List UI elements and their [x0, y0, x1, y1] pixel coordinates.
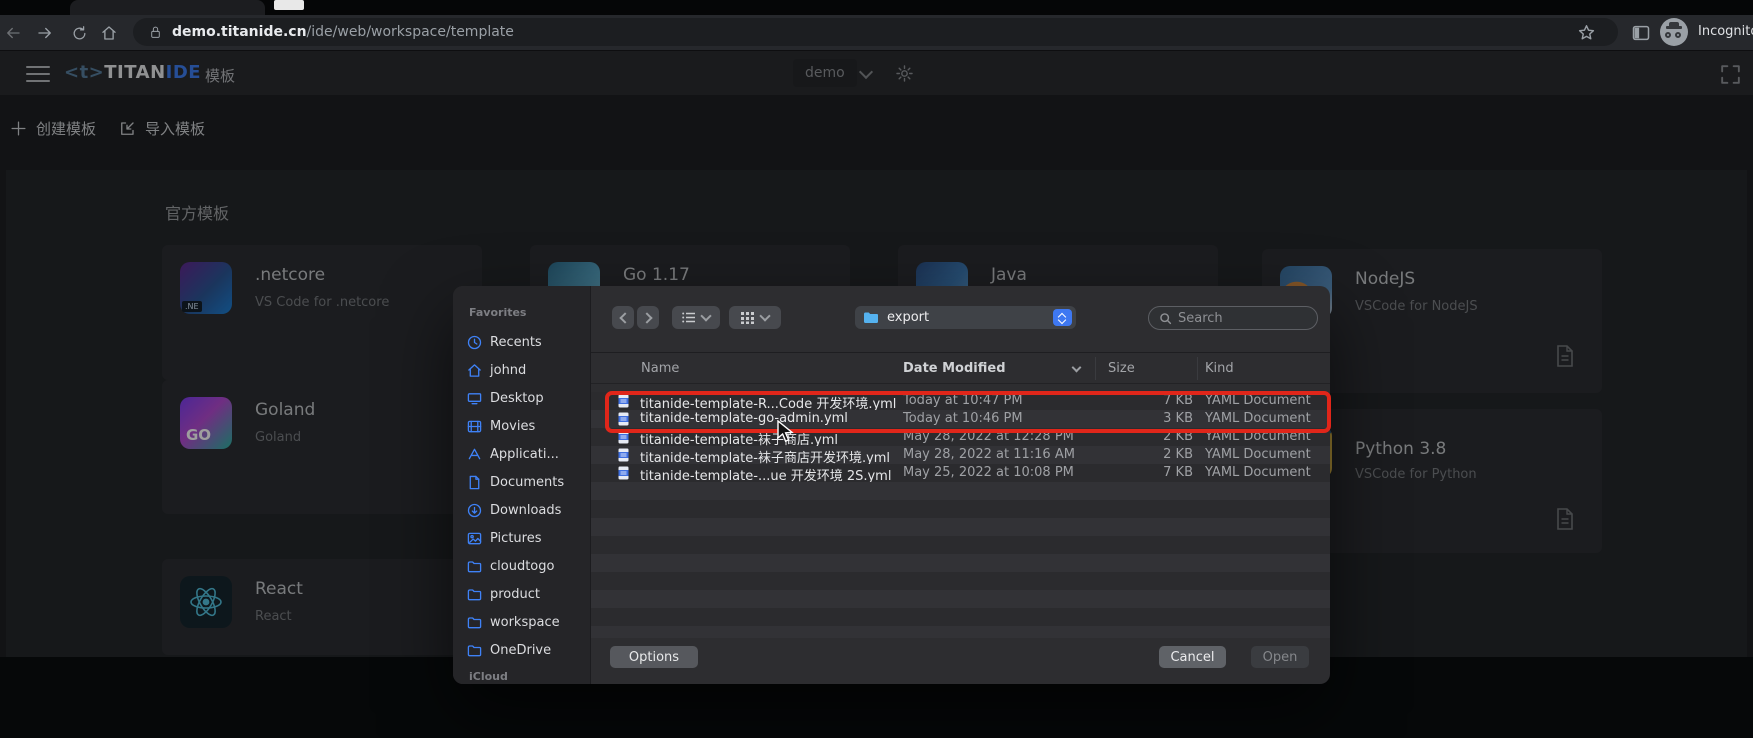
search-placeholder: Search [1178, 311, 1223, 326]
home-icon[interactable] [98, 22, 120, 44]
column-header-size[interactable]: Size [1108, 353, 1135, 384]
film-icon [467, 419, 482, 434]
sidebar-item-recents[interactable]: Recents [467, 332, 587, 352]
search-icon [1159, 312, 1172, 325]
url-domain: demo.titanide.cn [172, 24, 307, 40]
browser-tab-strip [0, 0, 1753, 15]
reload-icon[interactable] [68, 22, 90, 44]
file-row[interactable]: titanide-template-袜子商店开发环境.yml May 28, 2… [591, 446, 1330, 464]
folder-icon [467, 560, 482, 573]
sidebar-item-cloudtogo[interactable]: cloudtogo [467, 556, 587, 576]
home-icon [467, 363, 482, 378]
empty-rows [591, 482, 1330, 638]
sidebar-item-pictures[interactable]: Pictures [467, 528, 587, 548]
list-view-icon [682, 312, 696, 323]
options-button[interactable]: Options [610, 646, 698, 668]
sort-chevron-icon[interactable] [1072, 363, 1082, 373]
desktop-icon [467, 391, 482, 406]
sidebar-item-desktop[interactable]: Desktop [467, 388, 587, 408]
url-path: /ide/web/workspace/template [307, 24, 514, 40]
url-bar[interactable]: demo.titanide.cn/ide/web/workspace/templ… [133, 18, 1618, 46]
clock-icon [467, 335, 482, 350]
browser-tab[interactable] [70, 0, 265, 15]
cancel-button[interactable]: Cancel [1159, 646, 1226, 668]
incognito-label: Incognito [1698, 24, 1753, 39]
folder-icon [467, 644, 482, 657]
open-button[interactable]: Open [1251, 646, 1309, 668]
list-view-button[interactable] [672, 306, 720, 329]
file-row[interactable]: titanide-template-...ue 开发环境 2S.yml May … [591, 464, 1330, 482]
folder-icon [467, 616, 482, 629]
bookmark-star-icon[interactable] [1577, 23, 1596, 42]
current-folder-label: export [887, 310, 1053, 325]
sidebar-item-applications[interactable]: Applicati... [467, 444, 587, 464]
tab-favicon [274, 0, 304, 10]
download-icon [467, 503, 482, 518]
screen: demo.titanide.cn/ide/web/workspace/templ… [0, 0, 1753, 738]
document-icon [467, 475, 482, 490]
column-divider[interactable] [1095, 357, 1096, 380]
dialog-forward-button[interactable] [637, 306, 659, 329]
sidebar-item-johnd[interactable]: johnd [467, 360, 587, 380]
side-panel-icon[interactable] [1630, 22, 1652, 44]
grid-view-icon [741, 312, 755, 324]
sidebar-item-documents[interactable]: Documents [467, 472, 587, 492]
browser-toolbar: demo.titanide.cn/ide/web/workspace/templ… [0, 15, 1753, 50]
appstore-icon [467, 447, 482, 462]
yaml-file-icon [618, 448, 629, 462]
list-header: Name Date Modified Size Kind [591, 353, 1330, 384]
pictures-icon [467, 531, 482, 546]
sidebar-item-downloads[interactable]: Downloads [467, 500, 587, 520]
sidebar-item-workspace[interactable]: workspace [467, 612, 587, 632]
file-open-dialog: Favorites Recents johnd Desktop Movies A… [453, 286, 1330, 684]
search-input[interactable]: Search [1148, 306, 1318, 330]
stepper-icon[interactable] [1053, 309, 1072, 326]
sidebar-item-onedrive[interactable]: OneDrive [467, 640, 587, 660]
favorites-section-label: Favorites [469, 306, 526, 319]
folder-icon [467, 588, 482, 601]
lock-icon [149, 25, 162, 40]
dialog-sidebar: Favorites Recents johnd Desktop Movies A… [453, 286, 591, 684]
incognito-icon[interactable] [1660, 18, 1688, 46]
sidebar-item-product[interactable]: product [467, 584, 587, 604]
back-icon[interactable] [2, 22, 24, 44]
column-divider[interactable] [1197, 357, 1198, 380]
selection-highlight-box [605, 391, 1331, 433]
dialog-back-button[interactable] [612, 306, 634, 329]
yaml-file-icon [618, 466, 629, 480]
group-view-button[interactable] [729, 306, 781, 329]
folder-small-icon [863, 311, 879, 324]
column-header-date[interactable]: Date Modified [903, 353, 1006, 384]
icloud-section-label: iCloud [469, 670, 508, 683]
forward-icon[interactable] [34, 22, 56, 44]
sidebar-item-movies[interactable]: Movies [467, 416, 587, 436]
column-header-kind[interactable]: Kind [1205, 353, 1234, 384]
folder-dropdown[interactable]: export [855, 306, 1076, 329]
cursor-pointer [776, 420, 796, 443]
column-header-name[interactable]: Name [641, 353, 679, 384]
